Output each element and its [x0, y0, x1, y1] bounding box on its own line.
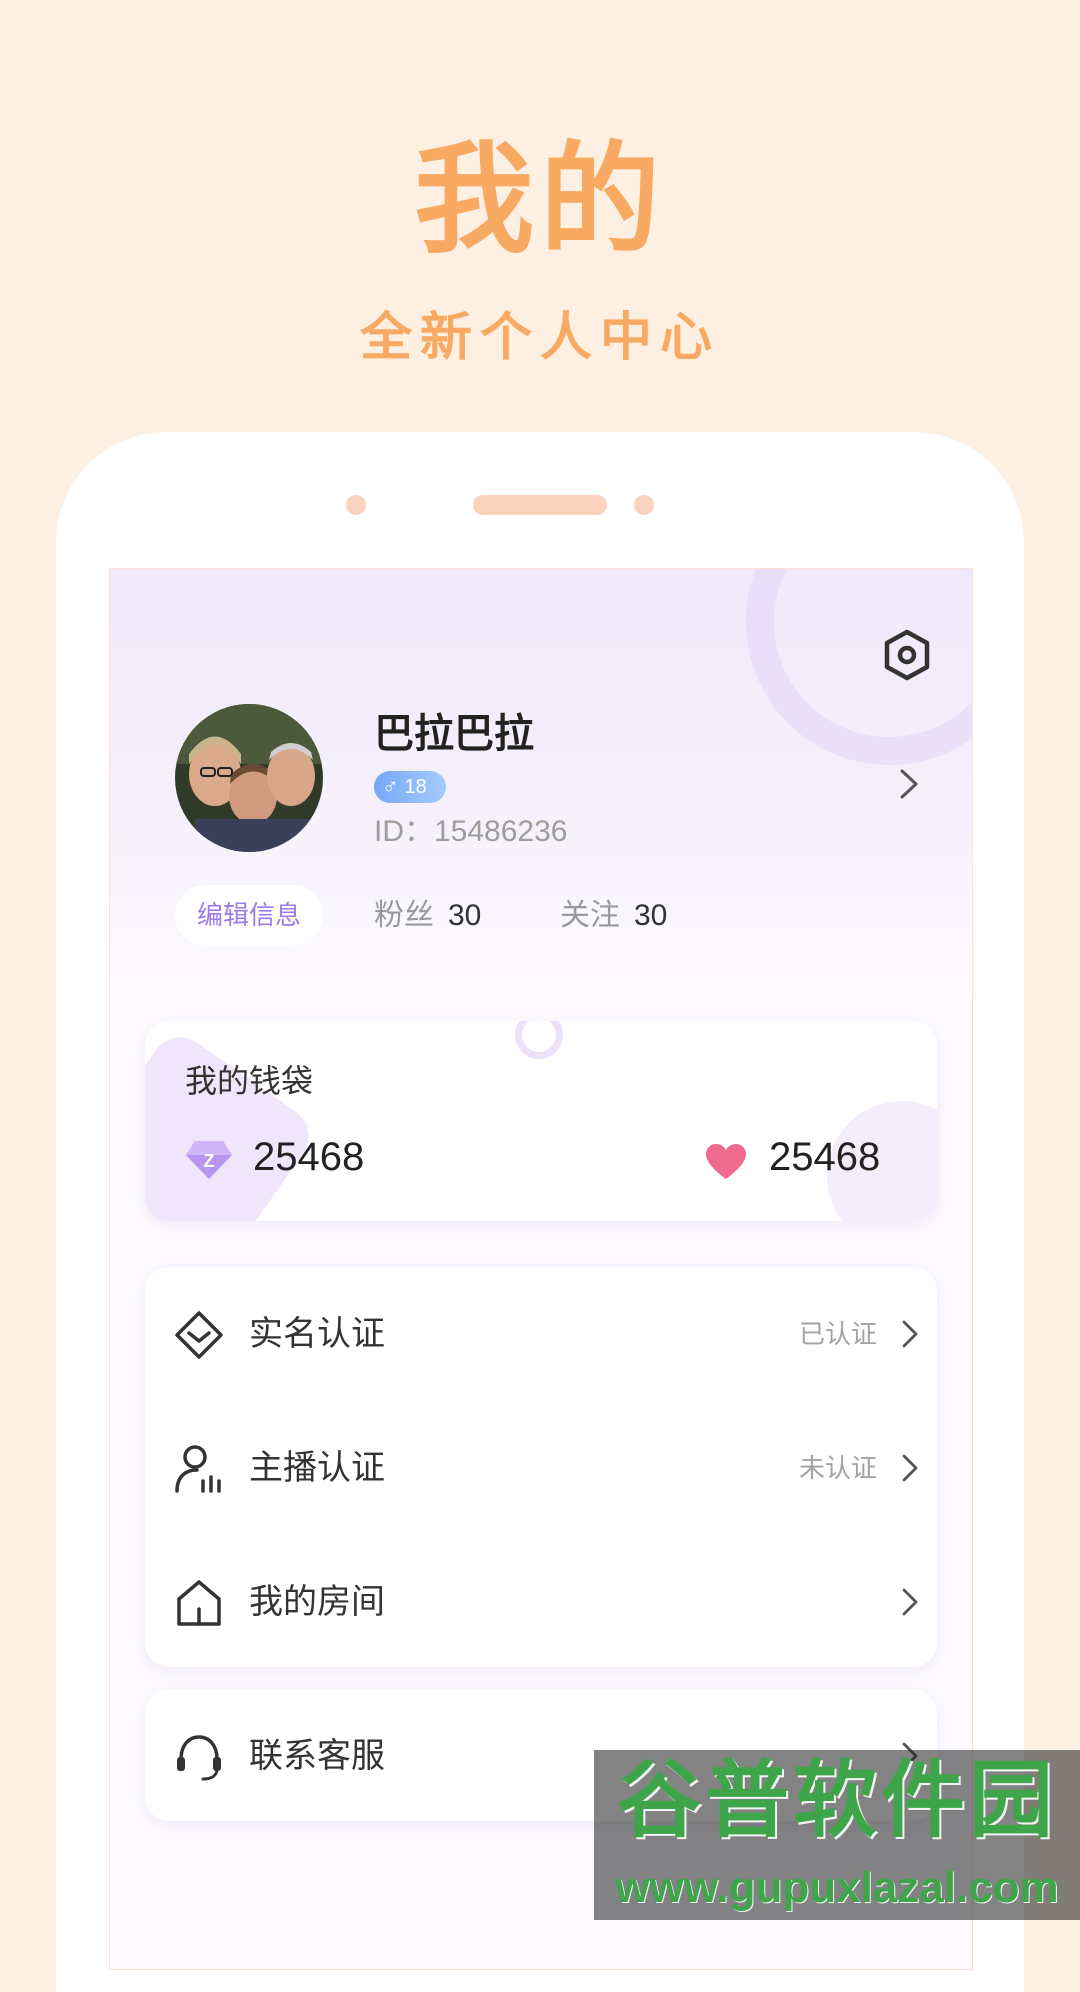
- wallet-card[interactable]: 我的钱袋 Z 25468 25468: [145, 1021, 937, 1221]
- settings-icon[interactable]: [883, 629, 931, 681]
- coin-letter: Z: [204, 1151, 215, 1171]
- verification-menu: 实名认证 已认证 主播认证 未认证 我的房间: [145, 1267, 937, 1667]
- edit-profile-button[interactable]: 编辑信息: [175, 885, 323, 945]
- profile-chevron-icon[interactable]: [898, 767, 920, 801]
- menu-label: 我的房间: [249, 1583, 385, 1621]
- diamond-coin-icon: Z: [186, 1141, 232, 1179]
- sensor-dot: [634, 495, 654, 515]
- chevron-right-icon: [902, 1588, 918, 1616]
- menu-label: 联系客服: [249, 1737, 385, 1775]
- fans-count: 30: [448, 899, 482, 932]
- wallet-decor: [515, 1021, 563, 1059]
- menu-status: 已认证: [798, 1319, 877, 1349]
- promo-subtitle: 全新个人中心: [359, 309, 720, 367]
- wallet-title: 我的钱袋: [185, 1063, 314, 1099]
- chevron-right-icon: [902, 1320, 918, 1348]
- fans-stat[interactable]: 粉丝 30: [374, 901, 481, 931]
- menu-item-real-name[interactable]: 实名认证 已认证: [145, 1267, 937, 1399]
- male-icon: ♂: [382, 774, 399, 799]
- home-icon: [177, 1580, 221, 1626]
- heart-balance: 25468: [769, 1135, 881, 1179]
- id-verify-icon: [175, 1311, 223, 1359]
- age-value: 18: [404, 776, 427, 798]
- wallet-decor: [145, 1025, 321, 1221]
- coin-balance: 25468: [253, 1135, 365, 1179]
- follow-label: 关注: [560, 899, 620, 932]
- headset-icon: [177, 1735, 221, 1781]
- username: 巴拉巴拉: [374, 712, 534, 756]
- fans-label: 粉丝: [374, 899, 434, 932]
- heart-icon: [706, 1144, 746, 1179]
- user-id: ID：15486236: [374, 815, 568, 848]
- watermark-title: 谷普软件园: [616, 1753, 1057, 1847]
- camera-dot: [346, 495, 366, 515]
- menu-item-my-room[interactable]: 我的房间: [145, 1535, 937, 1667]
- menu-label: 实名认证: [249, 1315, 385, 1353]
- avatar[interactable]: [175, 704, 323, 852]
- menu-label: 主播认证: [249, 1449, 385, 1487]
- site-watermark: 谷普软件园 www.gupuxlazal.com: [594, 1750, 1080, 1920]
- follow-stat[interactable]: 关注 30: [560, 901, 667, 931]
- chevron-right-icon: [902, 1454, 918, 1482]
- follow-count: 30: [634, 899, 668, 932]
- promo-title: 我的: [414, 133, 666, 267]
- menu-item-streamer[interactable]: 主播认证 未认证: [145, 1401, 937, 1533]
- watermark-url: www.gupuxlazal.com: [615, 1863, 1059, 1912]
- streamer-icon: [175, 1445, 221, 1493]
- menu-status: 未认证: [798, 1453, 877, 1483]
- gender-age-badge: ♂ 18: [374, 771, 446, 803]
- speaker-slot: [473, 495, 607, 515]
